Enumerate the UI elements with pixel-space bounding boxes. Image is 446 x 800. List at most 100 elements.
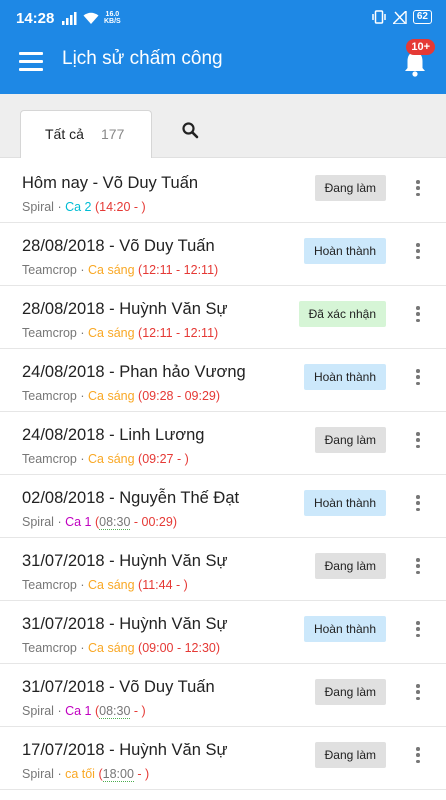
time-dash: - [130,515,142,529]
search-button[interactable] [181,121,201,141]
more-dot-icon [416,432,420,436]
signal-icon [62,11,77,25]
time-start: 08:30 [99,515,131,530]
more-dot-icon [416,759,420,763]
more-dot-icon [416,186,420,190]
record-subtitle: Spiral · Ca 1 (08:30 - ) [22,704,146,719]
separator-dot: · [76,641,88,655]
more-dot-icon [416,192,420,196]
more-dot-icon [416,306,420,310]
shift-name: Ca sáng [88,263,135,277]
separator-dot: · [76,452,88,466]
more-options-button[interactable] [414,430,422,450]
more-dot-icon [416,621,420,625]
record-subtitle: Teamcrop · Ca sáng (11:44 - ) [22,578,188,592]
shift-name: Ca sáng [88,389,135,403]
status-badge: Đang làm [314,742,386,768]
record-subtitle: Spiral · Ca 2 (14:20 - ) [22,200,146,214]
record-title: 24/08/2018 - Linh Lương [22,426,205,444]
more-dot-icon [416,501,420,505]
time-close-paren: ) [145,767,150,781]
company-name: Spiral [22,704,54,718]
status-badge: Hoàn thành [303,490,386,516]
time-dash: - [133,767,146,781]
time-start: 08:30 [99,704,131,719]
separator-dot: · [76,326,88,340]
status-badge: Đang làm [314,553,386,579]
status-badge: Đã xác nhận [298,301,386,327]
menu-button[interactable] [19,52,43,72]
separator-dot: · [76,263,88,277]
tab-all[interactable]: Tất cả 177 [20,110,152,158]
tab-bar: Tất cả 177 [0,94,446,158]
status-badge: Hoàn thành [303,364,386,390]
status-right-icons: 62 [371,9,432,25]
record-title: 02/08/2018 - Nguyễn Thế Đạt [22,489,240,507]
more-dot-icon [416,318,420,322]
search-icon [182,122,199,139]
shift-name: Ca sáng [88,326,135,340]
record-subtitle: Teamcrop · Ca sáng (09:00 - 12:30) [22,641,220,655]
more-dot-icon [416,243,420,247]
list-item[interactable]: 17/07/2018 - Huỳnh Văn Sự Spiral · ca tối… [0,727,446,790]
more-options-button[interactable] [414,178,422,198]
record-title: 17/07/2018 - Huỳnh Văn Sự [22,741,228,759]
more-options-button[interactable] [414,241,422,261]
list-item[interactable]: 24/08/2018 - Linh Lương Teamcrop · Ca sán… [0,412,446,475]
company-name: Teamcrop [22,326,77,340]
shift-name: Ca 1 [65,704,92,718]
more-dot-icon [416,255,420,259]
more-dot-icon [416,570,420,574]
record-subtitle: Spiral · Ca 1 (08:30 - 00:29) [22,515,177,530]
record-title: 28/08/2018 - Huỳnh Văn Sự [22,300,228,318]
record-title: 31/07/2018 - Võ Duy Tuấn [22,678,215,696]
more-options-button[interactable] [414,682,422,702]
time-close-paren: ) [141,704,146,718]
list-item[interactable]: 28/08/2018 - Huỳnh Văn Sự Teamcrop · Ca s… [0,286,446,349]
list-item[interactable]: 31/07/2018 - Huỳnh Văn Sự Teamcrop · Ca s… [0,538,446,601]
vibrate-icon [372,10,386,24]
more-options-button[interactable] [414,745,422,765]
record-title: Hôm nay - Võ Duy Tuấn [22,174,199,192]
more-options-button[interactable] [414,556,422,576]
time-range: (14:20 - ) [94,200,146,214]
more-dot-icon [416,381,420,385]
list-item[interactable]: 02/08/2018 - Nguyễn Thế Đạt Spiral · Ca 1… [0,475,446,538]
company-name: Teamcrop [22,641,77,655]
separator-dot: · [53,767,66,781]
notification-badge: 10+ [406,39,435,55]
record-title: 31/07/2018 - Huỳnh Văn Sự [22,615,228,633]
status-badge: Hoàn thành [303,616,386,642]
hamburger-line [19,68,43,71]
record-subtitle: Spiral · ca tối (18:00 - ) [22,767,150,782]
more-dot-icon [416,438,420,442]
more-dot-icon [416,444,420,448]
net-speed: 16.0 KB/S [104,11,121,25]
separator-dot: · [53,704,66,718]
time-range: (09:28 - 09:29) [138,389,221,403]
app-bar: Lịch sử chấm công 10+ [0,34,446,94]
company-name: Teamcrop [22,389,77,403]
record-subtitle: Teamcrop · Ca sáng (12:11 - 12:11) [22,263,218,277]
time-range: (09:27 - ) [138,452,189,466]
status-left-icons: 16.0 KB/S [62,10,121,26]
list-item[interactable]: 31/07/2018 - Võ Duy Tuấn Spiral · Ca 1 (0… [0,664,446,727]
time-dash: - [130,704,142,718]
more-dot-icon [416,696,420,700]
more-dot-icon [416,753,420,757]
list-item[interactable]: 31/07/2018 - Huỳnh Văn Sự Teamcrop · Ca s… [0,601,446,664]
separator-dot: · [76,578,88,592]
list-item[interactable]: 24/08/2018 - Phan hảo Vương Teamcrop · Ca… [0,349,446,412]
more-options-button[interactable] [414,367,422,387]
more-options-button[interactable] [414,493,422,513]
company-name: Spiral [22,767,54,781]
status-badge: Đang làm [314,427,386,453]
shift-name: Ca sáng [88,578,135,592]
more-dot-icon [416,627,420,631]
more-options-button[interactable] [414,304,422,324]
more-options-button[interactable] [414,619,422,639]
list-item[interactable]: 28/08/2018 - Võ Duy Tuấn Teamcrop · Ca sá… [0,223,446,286]
time-range: (12:11 - 12:11) [138,263,219,277]
list-item[interactable]: Hôm nay - Võ Duy Tuấn Spiral · Ca 2 (14:2… [0,160,446,223]
tab-all-count: 177 [101,126,125,142]
